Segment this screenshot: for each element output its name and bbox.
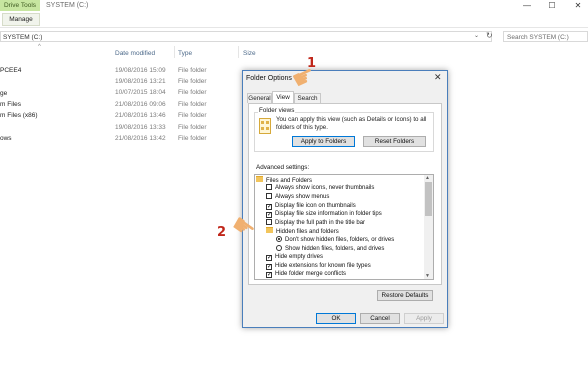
checkbox[interactable]: [266, 219, 272, 225]
restore-defaults-button[interactable]: Restore Defaults: [377, 290, 433, 301]
list-item[interactable]: Always show menus: [266, 193, 329, 201]
nav-item[interactable]: PCEE4: [0, 67, 21, 74]
row-type: File folder: [178, 67, 207, 74]
list-item[interactable]: Display the full path in the title bar: [266, 219, 365, 227]
scroll-down-icon[interactable]: ▼: [425, 273, 430, 279]
checkbox-checked[interactable]: ✓: [266, 272, 272, 278]
row-type: File folder: [178, 101, 207, 108]
list-item-label: Hide empty drives: [275, 254, 324, 260]
column-date-modified[interactable]: Date modified: [115, 50, 155, 57]
list-item: Files and Folders: [256, 176, 312, 184]
column-separator[interactable]: [174, 46, 175, 58]
list-item: Hidden files and folders: [266, 227, 339, 235]
maximize-button[interactable]: ☐: [546, 0, 558, 11]
window-title: SYSTEM (C:): [46, 2, 89, 9]
folder-views-icon: [259, 118, 271, 134]
nav-item[interactable]: m Files: [0, 101, 21, 108]
row-type: File folder: [178, 124, 207, 131]
list-item-label: Hide folder merge conflicts: [275, 271, 347, 277]
list-item-label: Always show icons, never thumbnails: [275, 185, 375, 191]
tab-general[interactable]: General: [247, 93, 272, 103]
row-date: 21/08/2016 09:06: [115, 101, 166, 108]
list-item-label: Always show menus: [275, 194, 330, 200]
close-window-button[interactable]: ✕: [572, 0, 584, 11]
list-item-label: Hide extensions for known file types: [275, 263, 371, 269]
dialog-title: Folder Options: [246, 75, 292, 82]
tab-view[interactable]: View: [272, 91, 294, 103]
list-item[interactable]: Always show icons, never thumbnails: [266, 184, 374, 192]
radio-button[interactable]: [276, 245, 282, 251]
ribbon-divider: [0, 27, 588, 28]
advanced-settings-label: Advanced settings:: [256, 164, 310, 171]
chevron-down-icon[interactable]: ⌄: [474, 32, 479, 39]
apply-button[interactable]: Apply: [404, 313, 444, 324]
checkbox-checked[interactable]: ✓: [266, 255, 272, 261]
cancel-button[interactable]: Cancel: [360, 313, 400, 324]
checkbox[interactable]: [266, 193, 272, 199]
ok-button[interactable]: OK: [316, 313, 356, 324]
list-item-label: Display the full path in the title bar: [275, 220, 366, 226]
row-date: 21/08/2016 13:42: [115, 135, 166, 142]
row-date: 19/08/2016 13:21: [115, 78, 166, 85]
list-item[interactable]: Don't show hidden files, folders, or dri…: [276, 236, 394, 244]
checkbox[interactable]: [266, 184, 272, 190]
row-date: 19/08/2016 15:09: [115, 67, 166, 74]
list-item-label: Hidden files and folders: [276, 229, 339, 235]
radio-selected[interactable]: [276, 236, 282, 242]
apply-to-folders-button[interactable]: Apply to Folders: [292, 136, 355, 147]
scrollbar-thumb[interactable]: [425, 182, 432, 216]
search-input[interactable]: Search SYSTEM (C:): [503, 31, 588, 42]
reset-folders-button[interactable]: Reset Folders: [363, 136, 426, 147]
nav-item[interactable]: ge: [0, 90, 7, 97]
list-item-label: Don't show hidden files, folders, or dri…: [285, 237, 395, 243]
list-item-label: Display file size information in folder …: [275, 211, 382, 217]
step-1-badge: 1: [307, 56, 317, 71]
list-item[interactable]: ✓ Hide extensions for known file types: [266, 262, 371, 270]
list-item[interactable]: Show hidden files, folders, and drives: [276, 245, 384, 253]
row-date: 21/08/2016 13:46: [115, 112, 166, 119]
checkbox-checked[interactable]: ✓: [266, 212, 272, 218]
sort-caret-icon: ^: [38, 44, 41, 50]
step-2-badge: 2: [217, 225, 227, 240]
drive-tools-tab[interactable]: Drive Tools: [0, 0, 40, 11]
column-size[interactable]: Size: [243, 50, 256, 57]
list-item[interactable]: ✓ Display file size information in folder…: [266, 210, 382, 218]
nav-item[interactable]: ows: [0, 135, 12, 142]
row-type: File folder: [178, 78, 207, 85]
list-item[interactable]: ✓ Hide empty drives: [266, 253, 323, 261]
list-item-label: Display file icon on thumbnails: [275, 203, 356, 209]
row-type: File folder: [178, 112, 207, 119]
close-icon[interactable]: ✕: [434, 72, 442, 83]
minimize-button[interactable]: —: [521, 0, 533, 11]
list-item-label: Show hidden files, folders, and drives: [285, 246, 385, 252]
folder-views-label: Folder views: [258, 107, 296, 114]
folder-icon: [266, 227, 273, 233]
scroll-up-icon[interactable]: ▲: [425, 175, 430, 181]
nav-item[interactable]: m Files (x86): [0, 112, 38, 119]
row-date: 10/07/2015 18:04: [115, 89, 166, 96]
row-type: File folder: [178, 135, 207, 142]
row-type: File folder: [178, 89, 207, 96]
manage-tab[interactable]: Manage: [2, 13, 40, 26]
row-date: 19/08/2016 13:33: [115, 124, 166, 131]
refresh-icon[interactable]: ↻: [486, 31, 493, 40]
address-bar[interactable]: SYSTEM (C:): [0, 31, 492, 42]
folder-views-description: You can apply this view (such as Details…: [276, 116, 427, 131]
column-type[interactable]: Type: [178, 50, 192, 57]
list-item[interactable]: ✓ Display file icon on thumbnails: [266, 202, 356, 210]
column-separator[interactable]: [238, 46, 239, 58]
list-item[interactable]: ✓ Hide folder merge conflicts: [266, 270, 346, 278]
folder-icon: [256, 176, 263, 182]
